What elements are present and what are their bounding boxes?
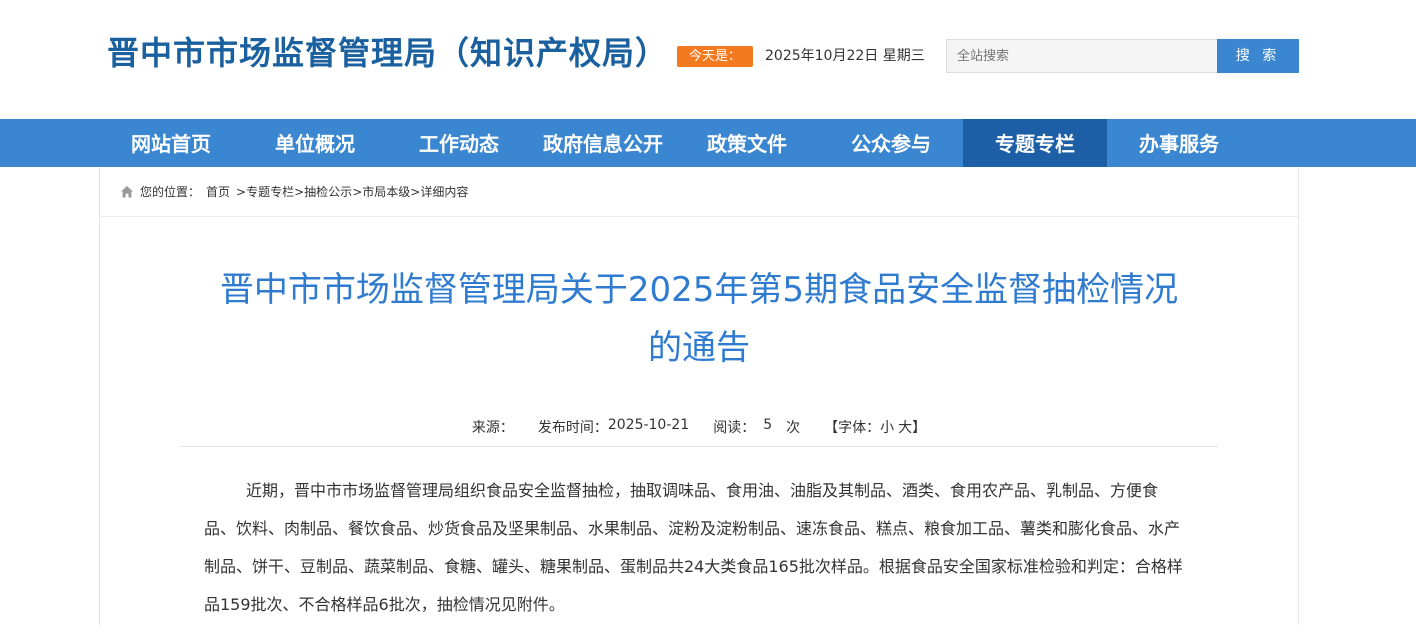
breadcrumb-home[interactable]: 首页 bbox=[206, 183, 230, 200]
nav-list: 网站首页 单位概况 工作动态 政府信息公开 政策文件 公众参与 专题专栏 办事服… bbox=[99, 119, 1251, 167]
breadcrumb-topics[interactable]: 专题专栏 bbox=[246, 183, 294, 200]
breadcrumb: 您的位置： 首页 > 专题专栏 > 抽检公示 > 市局本级 > 详细内容 bbox=[100, 167, 1298, 217]
nav-item-services[interactable]: 办事服务 bbox=[1107, 119, 1251, 167]
breadcrumb-separator: > bbox=[410, 184, 421, 199]
current-date: 2025年10月22日 星期三 bbox=[765, 48, 925, 64]
nav-item-topics[interactable]: 专题专栏 bbox=[963, 119, 1107, 167]
font-large-button[interactable]: 大 bbox=[898, 417, 912, 437]
breadcrumb-prefix: 您的位置： bbox=[140, 185, 201, 199]
article-title-line1: 晋中市市场监督管理局关于2025年第5期食品安全监督抽检情况 bbox=[219, 270, 1179, 310]
nav-item-public[interactable]: 公众参与 bbox=[819, 119, 963, 167]
source-label: 来源： bbox=[471, 420, 514, 436]
breadcrumb-separator: > bbox=[352, 184, 363, 199]
font-size-label: 【字体： bbox=[824, 420, 881, 436]
breadcrumb-separator: > bbox=[236, 184, 247, 199]
main-nav: 网站首页 单位概况 工作动态 政府信息公开 政策文件 公众参与 专题专栏 办事服… bbox=[0, 119, 1416, 167]
read-label: 阅读： bbox=[713, 420, 756, 436]
breadcrumb-inspection[interactable]: 抽检公示 bbox=[304, 183, 352, 200]
today-badge: 今天是： bbox=[677, 46, 753, 67]
site-header: 晋中市市场监督管理局（知识产权局） 今天是： 2025年10月22日 星期三 搜… bbox=[0, 0, 1416, 119]
site-title[interactable]: 晋中市市场监督管理局（知识产权局） bbox=[107, 32, 668, 74]
article-title: 晋中市市场监督管理局关于2025年第5期食品安全监督抽检情况 的通告 bbox=[100, 261, 1298, 377]
read-unit: 次 bbox=[786, 420, 801, 436]
publish-date: 2025-10-21 bbox=[607, 417, 690, 433]
breadcrumb-city-bureau[interactable]: 市局本级 bbox=[362, 183, 410, 200]
nav-item-news[interactable]: 工作动态 bbox=[387, 119, 531, 167]
nav-item-gov-info[interactable]: 政府信息公开 bbox=[531, 119, 675, 167]
article-title-line2: 的通告 bbox=[648, 328, 750, 368]
home-icon bbox=[120, 185, 134, 199]
article-body: 近期，晋中市市场监督管理局组织食品安全监督抽检，抽取调味品、食用油、油脂及其制品… bbox=[204, 481, 1183, 614]
publish-label: 发布时间： bbox=[537, 420, 608, 436]
breadcrumb-separator: > bbox=[294, 184, 305, 199]
article-meta: 来源： 发布时间： 2025-10-21 阅读： 5 次 【字体： 小 大 】 bbox=[180, 407, 1218, 447]
font-small-button[interactable]: 小 bbox=[880, 417, 894, 437]
search-button[interactable]: 搜 索 bbox=[1217, 39, 1299, 73]
nav-item-about[interactable]: 单位概况 bbox=[243, 119, 387, 167]
nav-item-policy[interactable]: 政策文件 bbox=[675, 119, 819, 167]
breadcrumb-detail[interactable]: 详细内容 bbox=[420, 183, 468, 200]
font-size-label-close: 】 bbox=[912, 420, 927, 436]
read-count: 5 bbox=[763, 417, 773, 433]
nav-item-home[interactable]: 网站首页 bbox=[99, 119, 243, 167]
main-content: 您的位置： 首页 > 专题专栏 > 抽检公示 > 市局本级 > 详细内容 晋中市… bbox=[99, 167, 1299, 625]
search-input[interactable] bbox=[946, 39, 1218, 73]
